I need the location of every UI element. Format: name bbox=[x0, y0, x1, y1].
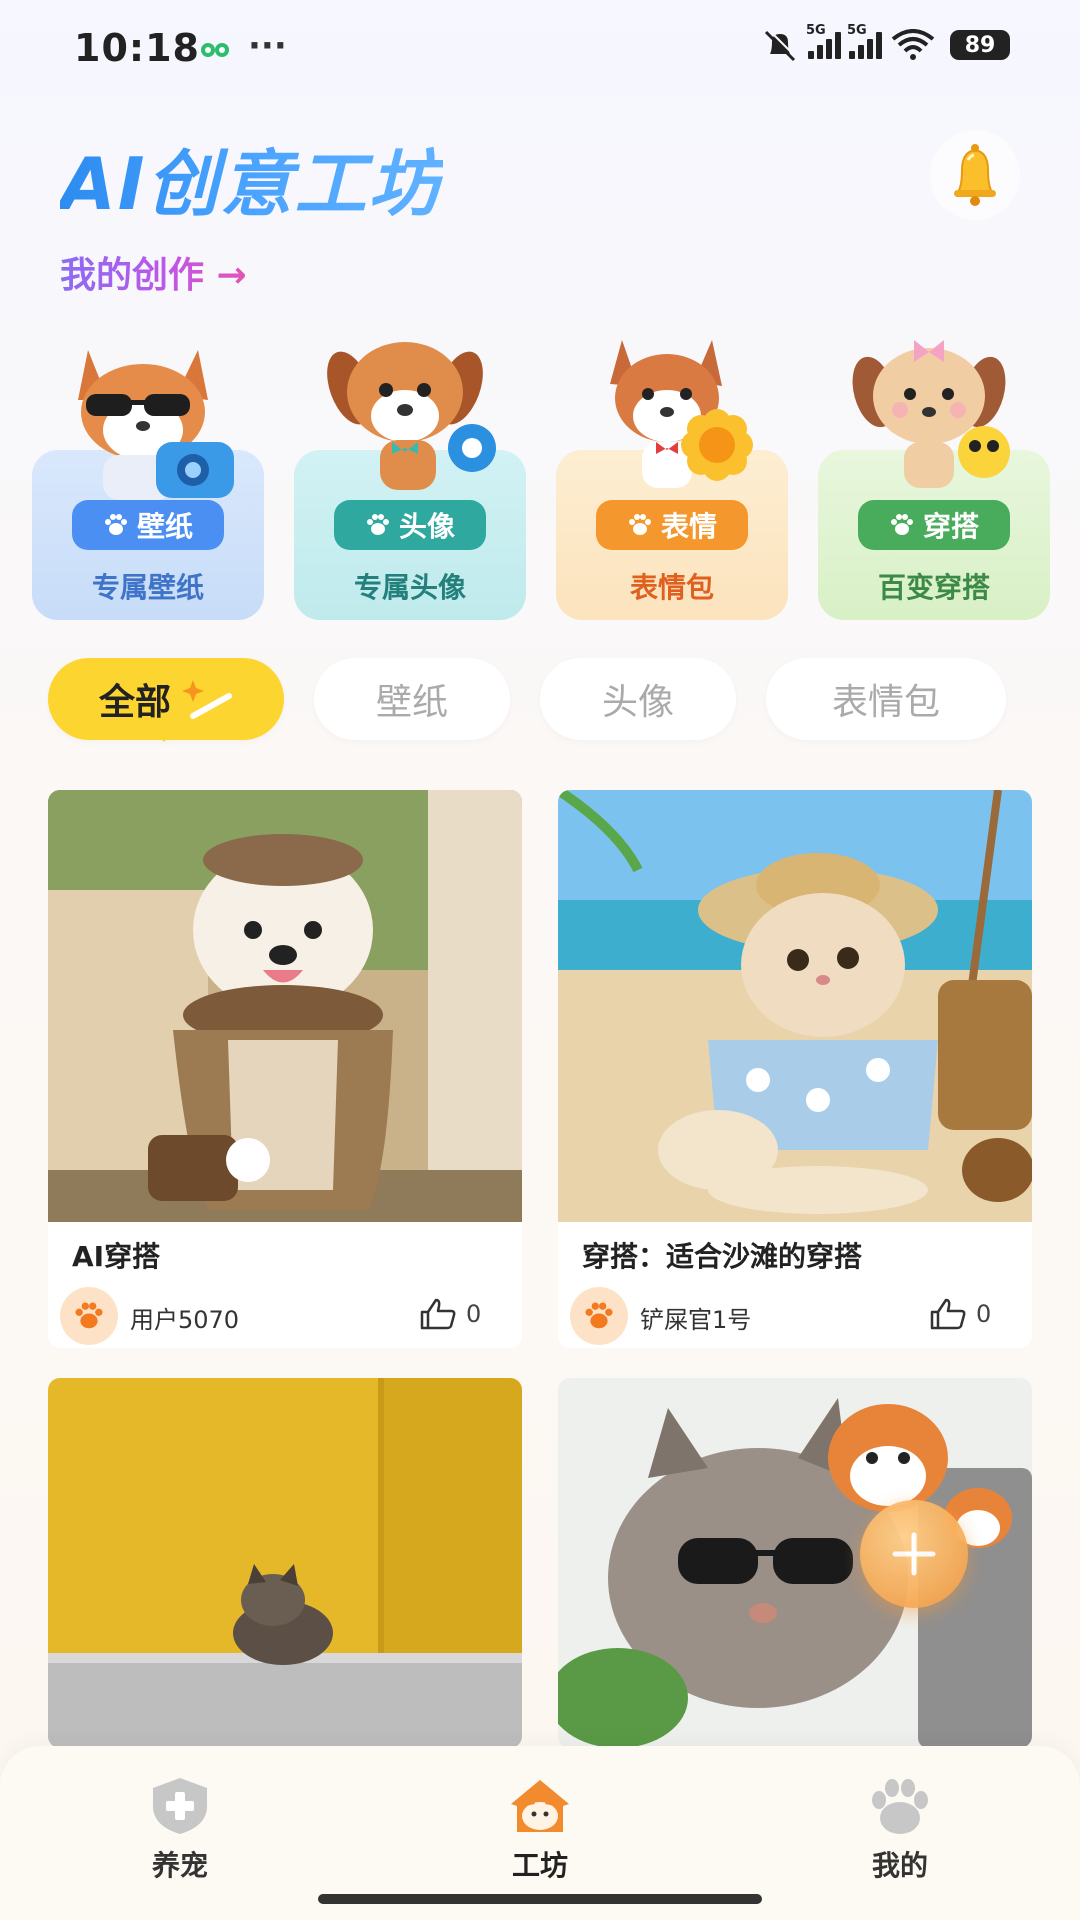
status-bar: 10:18 ··· 5G 5G 89 bbox=[0, 0, 1080, 100]
thumbs-up-icon[interactable] bbox=[418, 1298, 458, 1330]
bell-muted-icon bbox=[764, 29, 798, 62]
corgi-wallpaper-illustration bbox=[78, 350, 234, 500]
active-tab-indicator bbox=[150, 726, 178, 742]
nav-item-workshop[interactable]: 工坊 bbox=[470, 1776, 610, 1884]
nav-label: 养宠 bbox=[151, 1849, 208, 1882]
paw-icon bbox=[872, 1779, 928, 1834]
bell-icon bbox=[954, 144, 996, 206]
avatar bbox=[570, 1287, 628, 1345]
beach-cat-image bbox=[558, 790, 1032, 1222]
network-type-1: 5G bbox=[806, 23, 826, 38]
create-button[interactable] bbox=[860, 1500, 968, 1608]
category-label-sticker: 表情包 bbox=[629, 571, 714, 604]
home-indicator[interactable] bbox=[318, 1894, 762, 1904]
magic-wand-icon bbox=[182, 680, 232, 719]
network-type-2: 5G bbox=[847, 23, 867, 38]
tab-wallpaper[interactable]: 壁纸 bbox=[314, 658, 510, 740]
status-indicators: 5G 5G 89 bbox=[760, 23, 1010, 62]
my-creation-link[interactable]: 我的创作 → bbox=[60, 246, 247, 298]
feed-username: 用户5070 bbox=[130, 1306, 240, 1334]
category-card-wallpaper[interactable]: 壁纸 专属壁纸 bbox=[32, 330, 264, 620]
feed-card[interactable]: AI穿搭 用户5070 0 bbox=[48, 790, 522, 1348]
signal-icon: 5G bbox=[806, 23, 841, 59]
thumbs-up-icon[interactable] bbox=[928, 1298, 968, 1330]
category-card-sticker[interactable]: 表情 表情包 bbox=[556, 330, 788, 620]
tab-avatar[interactable]: 头像 bbox=[540, 658, 736, 740]
category-tag-label: 表情 bbox=[660, 510, 717, 543]
avatar bbox=[60, 1287, 118, 1345]
category-tag-label: 头像 bbox=[398, 510, 455, 543]
paw-icon bbox=[104, 514, 127, 535]
feed-title: 穿搭：适合沙滩的穿搭 bbox=[582, 1240, 863, 1273]
puppy-outfit-illustration bbox=[852, 340, 1010, 488]
wifi-icon bbox=[891, 29, 935, 60]
like-count: 0 bbox=[976, 1300, 992, 1328]
corgi-sticker-illustration bbox=[610, 340, 753, 488]
page-title: AI创意工坊 bbox=[60, 125, 443, 230]
category-tag-wallpaper: 壁纸 bbox=[72, 500, 224, 550]
category-label-avatar: 专属头像 bbox=[353, 571, 466, 604]
feed-card[interactable]: 穿搭：适合沙滩的穿搭 铲屎官1号 0 bbox=[558, 790, 1032, 1348]
app-notification-icon bbox=[201, 43, 229, 57]
nav-item-pet-care[interactable]: 养宠 bbox=[110, 1776, 250, 1884]
paw-icon bbox=[75, 1302, 103, 1329]
nav-item-mine[interactable]: 我的 bbox=[830, 1776, 970, 1884]
category-tag-label: 穿搭 bbox=[922, 510, 979, 543]
paw-icon bbox=[628, 514, 651, 535]
category-card-outfit[interactable]: 穿搭 百变穿搭 bbox=[818, 330, 1050, 620]
nav-label: 我的 bbox=[871, 1849, 928, 1882]
plus-icon bbox=[892, 1532, 936, 1576]
paw-icon bbox=[890, 514, 913, 535]
signal-icon-2: 5G bbox=[847, 23, 882, 59]
category-label-wallpaper: 专属壁纸 bbox=[91, 571, 204, 604]
feed-title: AI穿搭 bbox=[72, 1240, 161, 1273]
category-tag-outfit: 穿搭 bbox=[858, 500, 1010, 550]
dog-outfit-image bbox=[48, 790, 522, 1222]
like-count: 0 bbox=[466, 1300, 482, 1328]
category-tag-sticker: 表情 bbox=[596, 500, 748, 550]
feed-card[interactable] bbox=[48, 1378, 522, 1748]
status-time: 10:18 bbox=[74, 26, 200, 70]
tab-all-label: 全部 bbox=[98, 682, 171, 723]
category-label-outfit: 百变穿搭 bbox=[877, 571, 990, 604]
cat-house-icon bbox=[511, 1780, 569, 1832]
paw-icon bbox=[366, 514, 389, 535]
nav-label: 工坊 bbox=[511, 1849, 568, 1882]
category-tag-avatar: 头像 bbox=[334, 500, 486, 550]
wet-cat-image bbox=[48, 1378, 522, 1748]
tab-sticker[interactable]: 表情包 bbox=[766, 658, 1006, 740]
battery-indicator: 89 bbox=[950, 30, 1010, 60]
shield-plus-icon bbox=[153, 1778, 207, 1834]
notification-button[interactable] bbox=[930, 130, 1020, 220]
paw-icon bbox=[585, 1302, 613, 1329]
more-status-icon: ··· bbox=[248, 26, 287, 66]
feed-username: 铲屎官1号 bbox=[640, 1306, 752, 1334]
category-card-avatar[interactable]: 头像 专属头像 bbox=[294, 330, 526, 620]
puppy-avatar-illustration bbox=[327, 342, 496, 490]
category-tag-label: 壁纸 bbox=[136, 510, 193, 543]
